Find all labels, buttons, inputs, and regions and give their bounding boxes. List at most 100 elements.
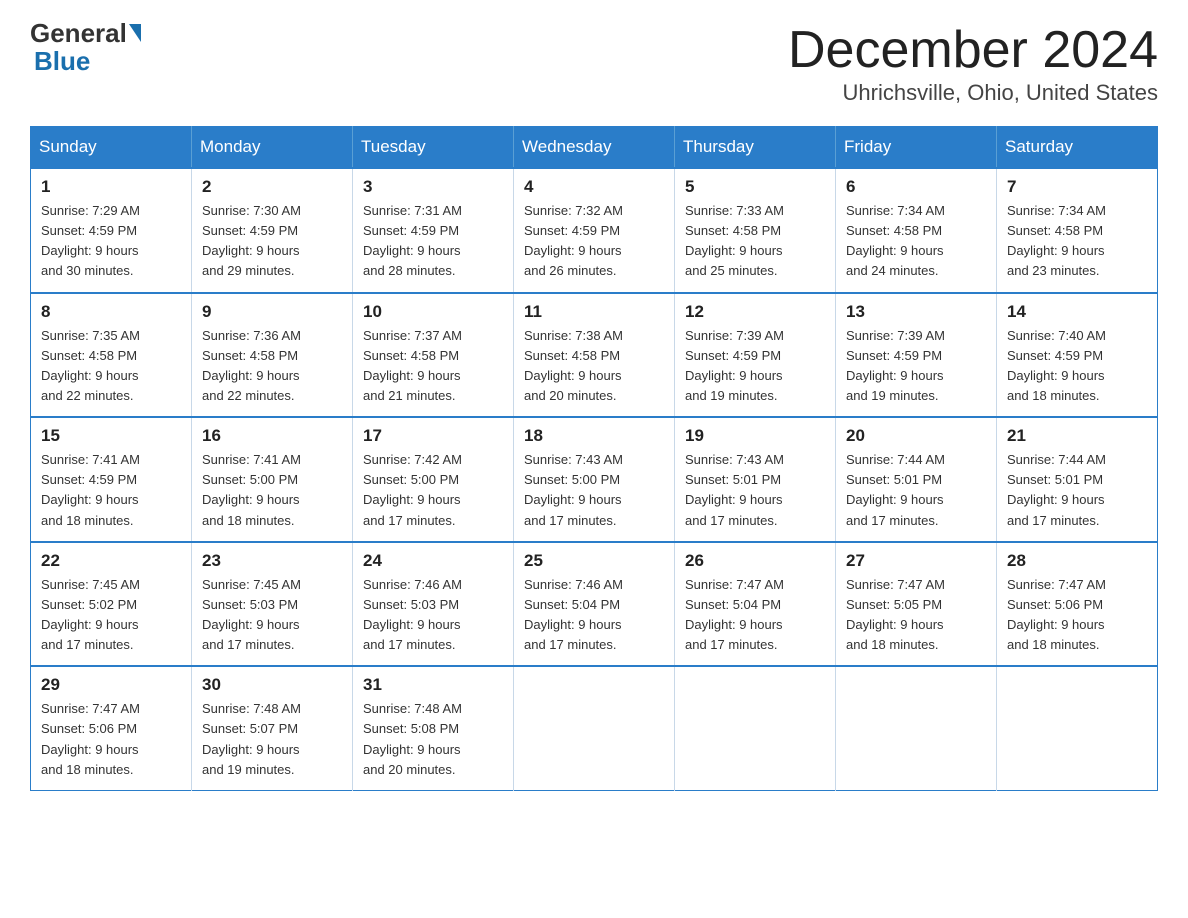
day-number: 2 (202, 177, 342, 197)
day-info: Sunrise: 7:47 AM Sunset: 5:06 PM Dayligh… (41, 699, 181, 780)
daylight-minutes: and 17 minutes. (685, 637, 778, 652)
calendar-cell: 22 Sunrise: 7:45 AM Sunset: 5:02 PM Dayl… (31, 542, 192, 667)
calendar-cell: 21 Sunrise: 7:44 AM Sunset: 5:01 PM Dayl… (997, 417, 1158, 542)
day-info: Sunrise: 7:36 AM Sunset: 4:58 PM Dayligh… (202, 326, 342, 407)
day-number: 29 (41, 675, 181, 695)
sunset-label: Sunset: 4:58 PM (1007, 223, 1103, 238)
day-info: Sunrise: 7:44 AM Sunset: 5:01 PM Dayligh… (1007, 450, 1147, 531)
sunrise-label: Sunrise: 7:45 AM (41, 577, 140, 592)
sunrise-label: Sunrise: 7:38 AM (524, 328, 623, 343)
daylight-label: Daylight: 9 hours (846, 617, 944, 632)
day-info: Sunrise: 7:47 AM Sunset: 5:05 PM Dayligh… (846, 575, 986, 656)
calendar-cell: 18 Sunrise: 7:43 AM Sunset: 5:00 PM Dayl… (514, 417, 675, 542)
day-number: 26 (685, 551, 825, 571)
sunrise-label: Sunrise: 7:46 AM (524, 577, 623, 592)
sunrise-label: Sunrise: 7:31 AM (363, 203, 462, 218)
day-info: Sunrise: 7:43 AM Sunset: 5:01 PM Dayligh… (685, 450, 825, 531)
calendar-header-row: SundayMondayTuesdayWednesdayThursdayFrid… (31, 127, 1158, 169)
daylight-minutes: and 17 minutes. (524, 637, 617, 652)
day-info: Sunrise: 7:31 AM Sunset: 4:59 PM Dayligh… (363, 201, 503, 282)
calendar-cell: 29 Sunrise: 7:47 AM Sunset: 5:06 PM Dayl… (31, 666, 192, 790)
daylight-minutes: and 18 minutes. (1007, 637, 1100, 652)
daylight-minutes: and 19 minutes. (685, 388, 778, 403)
day-number: 4 (524, 177, 664, 197)
day-info: Sunrise: 7:42 AM Sunset: 5:00 PM Dayligh… (363, 450, 503, 531)
weekday-header-thursday: Thursday (675, 127, 836, 169)
sunrise-label: Sunrise: 7:44 AM (846, 452, 945, 467)
sunrise-label: Sunrise: 7:43 AM (524, 452, 623, 467)
daylight-label: Daylight: 9 hours (1007, 617, 1105, 632)
weekday-header-sunday: Sunday (31, 127, 192, 169)
day-info: Sunrise: 7:45 AM Sunset: 5:03 PM Dayligh… (202, 575, 342, 656)
sunset-label: Sunset: 5:01 PM (685, 472, 781, 487)
sunrise-label: Sunrise: 7:41 AM (202, 452, 301, 467)
sunrise-label: Sunrise: 7:48 AM (202, 701, 301, 716)
daylight-minutes: and 25 minutes. (685, 263, 778, 278)
daylight-label: Daylight: 9 hours (1007, 368, 1105, 383)
sunset-label: Sunset: 4:59 PM (846, 348, 942, 363)
daylight-minutes: and 18 minutes. (202, 513, 295, 528)
day-number: 11 (524, 302, 664, 322)
sunrise-label: Sunrise: 7:47 AM (685, 577, 784, 592)
sunrise-label: Sunrise: 7:48 AM (363, 701, 462, 716)
day-number: 21 (1007, 426, 1147, 446)
day-info: Sunrise: 7:37 AM Sunset: 4:58 PM Dayligh… (363, 326, 503, 407)
weekday-header-saturday: Saturday (997, 127, 1158, 169)
sunrise-label: Sunrise: 7:47 AM (846, 577, 945, 592)
sunset-label: Sunset: 4:58 PM (846, 223, 942, 238)
day-info: Sunrise: 7:40 AM Sunset: 4:59 PM Dayligh… (1007, 326, 1147, 407)
day-info: Sunrise: 7:41 AM Sunset: 5:00 PM Dayligh… (202, 450, 342, 531)
daylight-label: Daylight: 9 hours (202, 368, 300, 383)
calendar-week-row: 22 Sunrise: 7:45 AM Sunset: 5:02 PM Dayl… (31, 542, 1158, 667)
daylight-minutes: and 22 minutes. (41, 388, 134, 403)
daylight-minutes: and 17 minutes. (363, 637, 456, 652)
day-number: 10 (363, 302, 503, 322)
sunset-label: Sunset: 5:01 PM (1007, 472, 1103, 487)
logo-arrow-icon (129, 24, 141, 42)
calendar-cell: 5 Sunrise: 7:33 AM Sunset: 4:58 PM Dayli… (675, 168, 836, 293)
sunrise-label: Sunrise: 7:46 AM (363, 577, 462, 592)
day-number: 1 (41, 177, 181, 197)
calendar-cell: 16 Sunrise: 7:41 AM Sunset: 5:00 PM Dayl… (192, 417, 353, 542)
calendar-cell: 10 Sunrise: 7:37 AM Sunset: 4:58 PM Dayl… (353, 293, 514, 418)
sunset-label: Sunset: 5:00 PM (524, 472, 620, 487)
calendar-cell: 20 Sunrise: 7:44 AM Sunset: 5:01 PM Dayl… (836, 417, 997, 542)
day-number: 14 (1007, 302, 1147, 322)
calendar-cell: 6 Sunrise: 7:34 AM Sunset: 4:58 PM Dayli… (836, 168, 997, 293)
calendar-cell: 9 Sunrise: 7:36 AM Sunset: 4:58 PM Dayli… (192, 293, 353, 418)
sunrise-label: Sunrise: 7:37 AM (363, 328, 462, 343)
day-number: 27 (846, 551, 986, 571)
calendar-cell: 17 Sunrise: 7:42 AM Sunset: 5:00 PM Dayl… (353, 417, 514, 542)
day-info: Sunrise: 7:48 AM Sunset: 5:07 PM Dayligh… (202, 699, 342, 780)
sunset-label: Sunset: 5:04 PM (524, 597, 620, 612)
daylight-minutes: and 17 minutes. (363, 513, 456, 528)
daylight-label: Daylight: 9 hours (363, 243, 461, 258)
sunset-label: Sunset: 4:59 PM (41, 223, 137, 238)
sunset-label: Sunset: 4:58 PM (363, 348, 459, 363)
calendar-cell: 25 Sunrise: 7:46 AM Sunset: 5:04 PM Dayl… (514, 542, 675, 667)
daylight-minutes: and 18 minutes. (846, 637, 939, 652)
calendar-cell: 14 Sunrise: 7:40 AM Sunset: 4:59 PM Dayl… (997, 293, 1158, 418)
daylight-minutes: and 19 minutes. (846, 388, 939, 403)
day-number: 30 (202, 675, 342, 695)
day-number: 15 (41, 426, 181, 446)
day-info: Sunrise: 7:30 AM Sunset: 4:59 PM Dayligh… (202, 201, 342, 282)
day-number: 16 (202, 426, 342, 446)
day-number: 23 (202, 551, 342, 571)
calendar-cell: 30 Sunrise: 7:48 AM Sunset: 5:07 PM Dayl… (192, 666, 353, 790)
daylight-label: Daylight: 9 hours (202, 617, 300, 632)
sunrise-label: Sunrise: 7:43 AM (685, 452, 784, 467)
sunrise-label: Sunrise: 7:39 AM (846, 328, 945, 343)
daylight-label: Daylight: 9 hours (41, 617, 139, 632)
sunset-label: Sunset: 4:58 PM (524, 348, 620, 363)
day-number: 19 (685, 426, 825, 446)
daylight-label: Daylight: 9 hours (41, 243, 139, 258)
logo: General Blue (30, 20, 143, 77)
calendar-cell: 26 Sunrise: 7:47 AM Sunset: 5:04 PM Dayl… (675, 542, 836, 667)
daylight-minutes: and 18 minutes. (41, 513, 134, 528)
daylight-label: Daylight: 9 hours (202, 243, 300, 258)
calendar-table: SundayMondayTuesdayWednesdayThursdayFrid… (30, 126, 1158, 791)
daylight-minutes: and 17 minutes. (685, 513, 778, 528)
calendar-week-row: 8 Sunrise: 7:35 AM Sunset: 4:58 PM Dayli… (31, 293, 1158, 418)
sunset-label: Sunset: 4:59 PM (41, 472, 137, 487)
